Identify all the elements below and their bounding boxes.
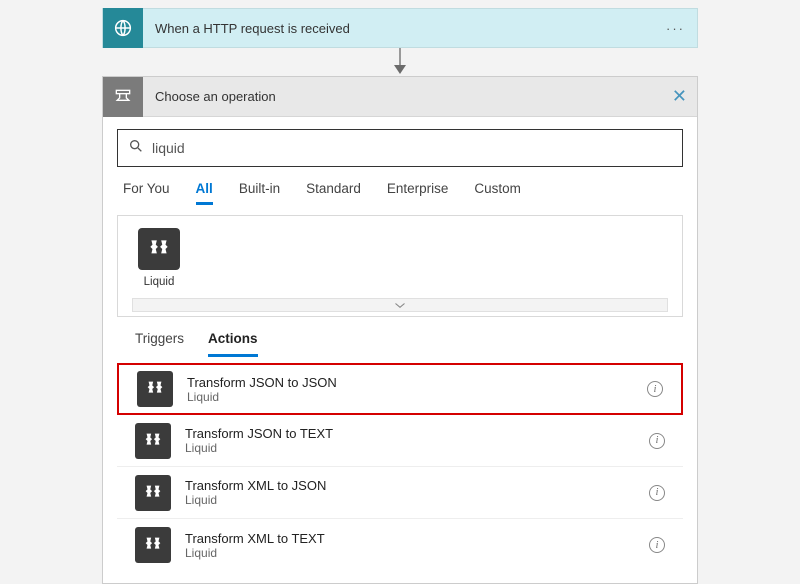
tab-built-in[interactable]: Built-in	[239, 181, 280, 205]
info-icon[interactable]: i	[649, 485, 665, 501]
connectors-panel: Liquid	[117, 215, 683, 317]
trigger-card[interactable]: When a HTTP request is received ···	[102, 8, 698, 48]
action-item-transform-json-to-text[interactable]: Transform JSON to TEXT Liquid i	[117, 415, 683, 467]
liquid-icon	[138, 228, 180, 270]
liquid-icon	[135, 423, 171, 459]
action-title: Transform XML to TEXT	[185, 531, 649, 546]
search-input[interactable]	[152, 140, 672, 156]
operation-header: Choose an operation ✕	[103, 77, 697, 117]
http-trigger-icon	[103, 8, 143, 48]
search-box[interactable]	[117, 129, 683, 167]
action-provider: Liquid	[185, 441, 649, 455]
actions-list: Transform JSON to JSON Liquid i Transfor…	[117, 357, 683, 571]
info-icon[interactable]: i	[647, 381, 663, 397]
action-provider: Liquid	[185, 493, 649, 507]
tab-all[interactable]: All	[196, 181, 213, 205]
tab-enterprise[interactable]: Enterprise	[387, 181, 449, 205]
arrow-down-icon	[394, 65, 406, 74]
tab-standard[interactable]: Standard	[306, 181, 361, 205]
action-title: Transform JSON to JSON	[187, 375, 647, 390]
connector-tile-liquid[interactable]: Liquid	[132, 228, 186, 288]
search-icon	[128, 138, 152, 159]
connector-tile-label: Liquid	[132, 276, 186, 288]
connector-line	[399, 48, 401, 66]
liquid-icon	[135, 527, 171, 563]
action-item-transform-xml-to-text[interactable]: Transform XML to TEXT Liquid i	[117, 519, 683, 571]
info-icon[interactable]: i	[649, 433, 665, 449]
liquid-icon	[135, 475, 171, 511]
action-item-transform-xml-to-json[interactable]: Transform XML to JSON Liquid i	[117, 467, 683, 519]
category-tabs: For You All Built-in Standard Enterprise…	[117, 167, 683, 215]
operation-header-icon	[103, 77, 143, 117]
action-provider: Liquid	[187, 390, 647, 404]
liquid-icon	[137, 371, 173, 407]
action-title: Transform XML to JSON	[185, 478, 649, 493]
tab-for-you[interactable]: For You	[123, 181, 170, 205]
tab-custom[interactable]: Custom	[474, 181, 521, 205]
info-icon[interactable]: i	[649, 537, 665, 553]
subtab-actions[interactable]: Actions	[208, 331, 258, 357]
expand-connectors-button[interactable]	[132, 298, 668, 312]
operation-picker-card: Choose an operation ✕ For You All Built-…	[102, 76, 698, 584]
trigger-title: When a HTTP request is received	[143, 21, 350, 36]
action-item-transform-json-to-json[interactable]: Transform JSON to JSON Liquid i	[117, 363, 683, 415]
trigger-action-tabs: Triggers Actions	[117, 317, 683, 357]
operation-header-title: Choose an operation	[143, 89, 276, 104]
subtab-triggers[interactable]: Triggers	[135, 331, 184, 357]
trigger-menu-button[interactable]: ···	[666, 21, 685, 36]
close-icon[interactable]: ✕	[672, 86, 687, 107]
action-title: Transform JSON to TEXT	[185, 426, 649, 441]
action-provider: Liquid	[185, 546, 649, 560]
